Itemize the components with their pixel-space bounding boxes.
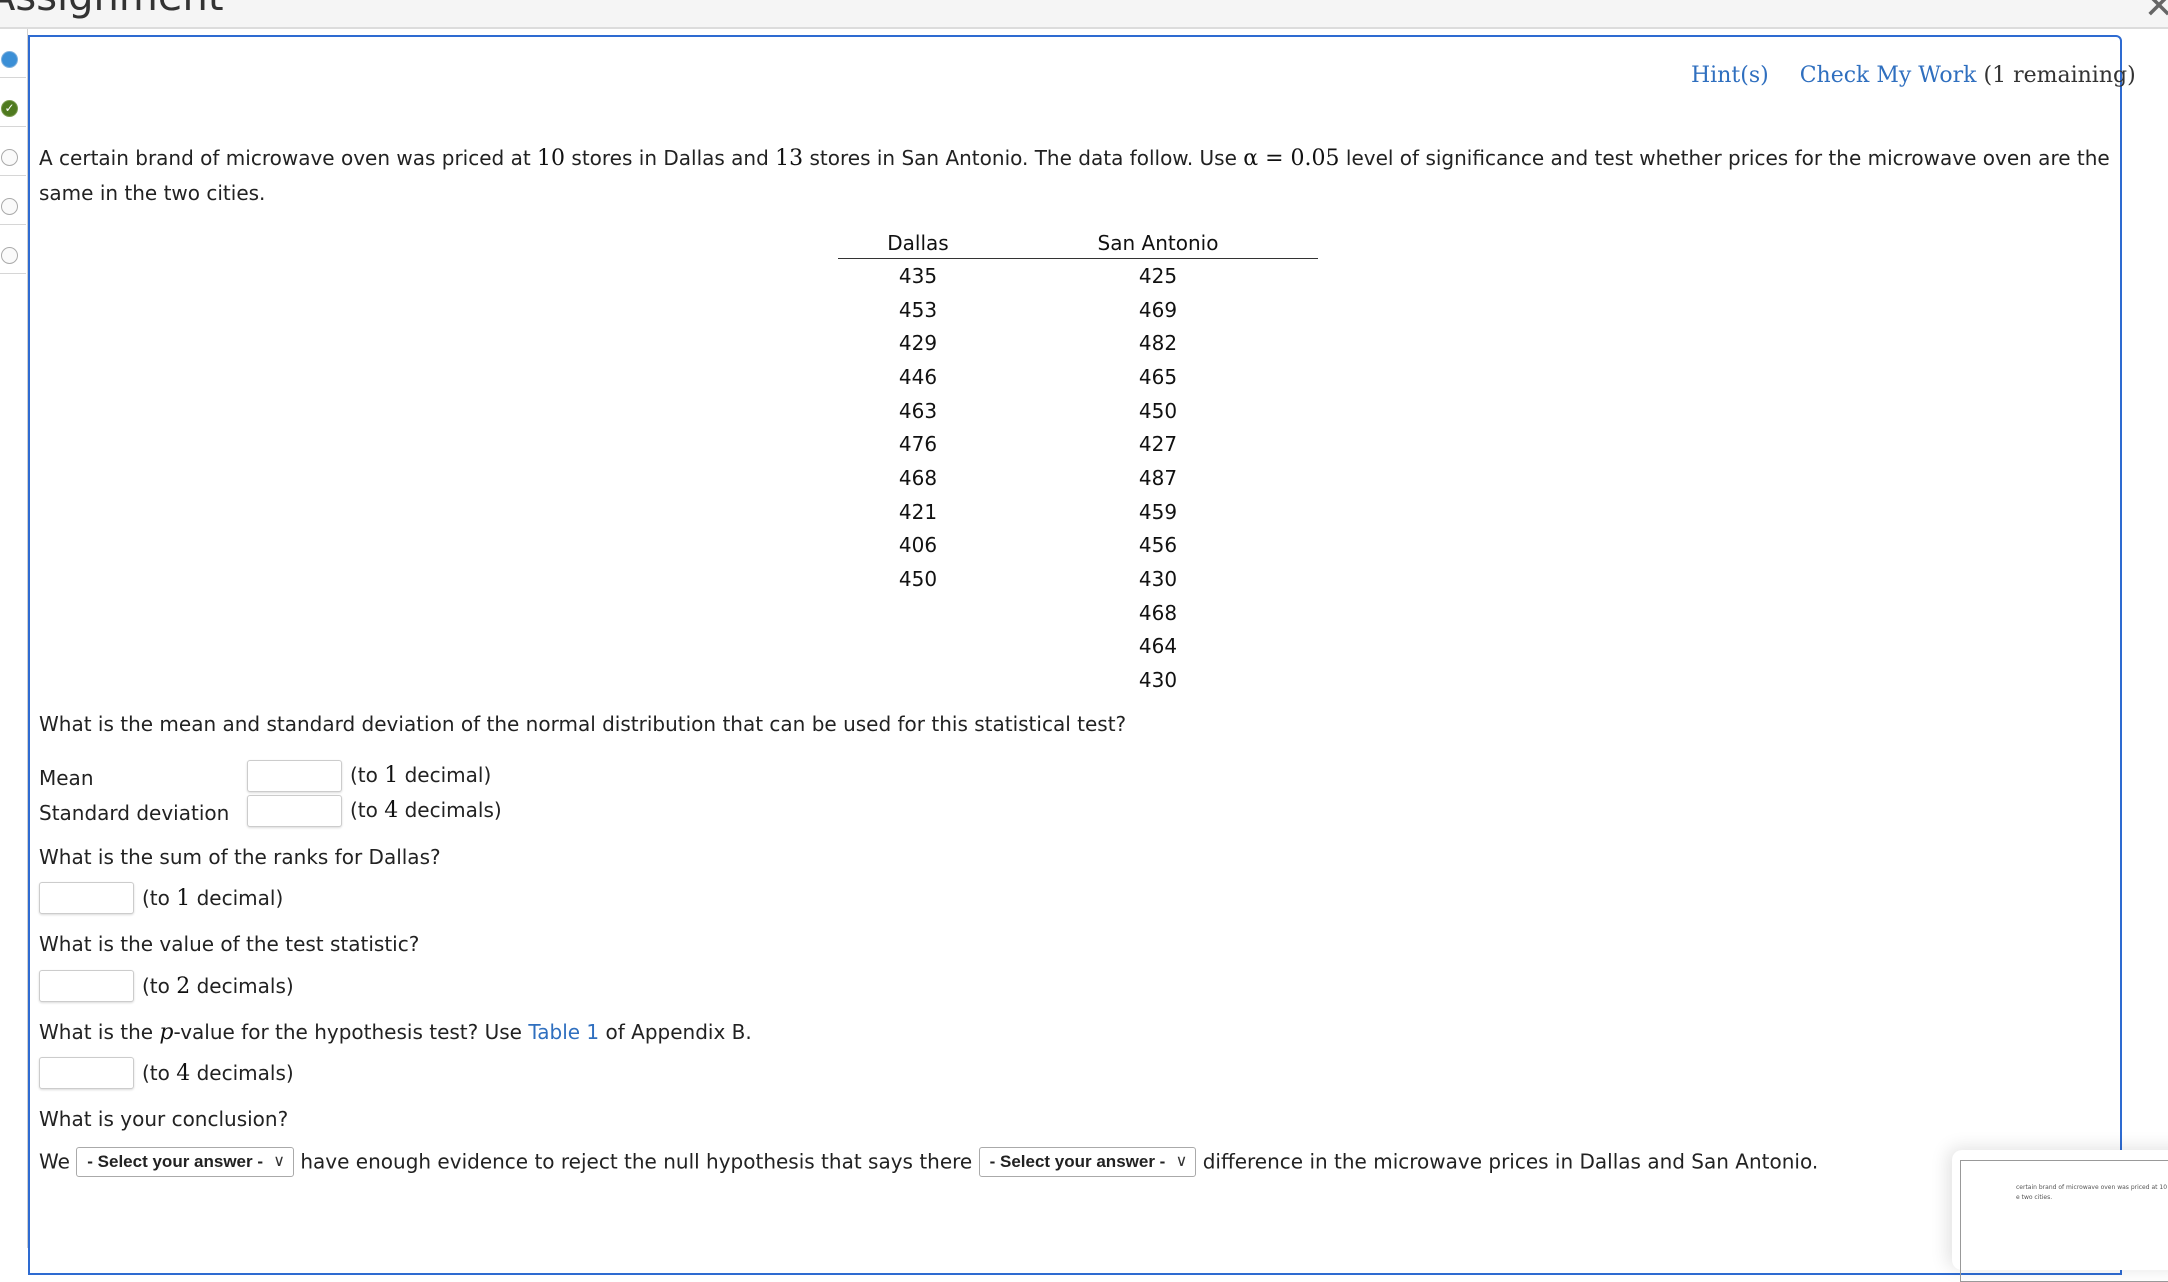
page-thumbnail-preview[interactable]: certain brand of microwave oven was pric… xyxy=(1952,1150,2168,1282)
question-test-statistic: What is the value of the test statistic? xyxy=(39,932,420,956)
dallas-price-cell: 453 xyxy=(898,297,938,322)
rank-sum-input[interactable] xyxy=(39,882,134,914)
dallas-price-cell: 421 xyxy=(898,499,938,524)
san-antonio-price-cell: 464 xyxy=(1138,634,1178,659)
question-nav-item-1[interactable] xyxy=(0,29,26,78)
dallas-price-cell: 406 xyxy=(898,533,938,558)
conclusion-select-1[interactable]: - Select your answer - ∨ xyxy=(76,1147,295,1177)
empty-radio-icon xyxy=(1,198,18,215)
san-antonio-price-cell: 456 xyxy=(1138,533,1178,558)
table-row: 406 456 xyxy=(838,529,1318,563)
chevron-down-icon: ∨ xyxy=(1175,1153,1188,1170)
question-nav-item-3[interactable] xyxy=(0,127,26,176)
dallas-price-cell: 435 xyxy=(898,263,938,288)
dallas-price-cell xyxy=(838,663,998,697)
dallas-price-cell: 450 xyxy=(898,567,938,592)
price-data-table: Dallas San Antonio 435 425 453 469 429 482 446… xyxy=(838,228,1318,697)
conclusion-sentence: We - Select your answer - ∨ have enough e… xyxy=(39,1147,1819,1178)
question-nav-item-2[interactable]: ✓ xyxy=(0,78,26,127)
empty-radio-icon xyxy=(1,149,18,166)
table-row: 429 482 xyxy=(838,326,1318,360)
question-p-value: What is the p-value for the hypothesis t… xyxy=(39,1020,752,1045)
conclusion-text: We xyxy=(39,1149,70,1174)
san-antonio-price-cell: 425 xyxy=(1138,263,1178,288)
table-row: 464 xyxy=(838,630,1318,664)
dallas-price-cell xyxy=(838,630,998,664)
chevron-down-icon: ∨ xyxy=(273,1153,286,1170)
column-header-san-antonio: San Antonio xyxy=(998,228,1318,259)
p-value-precision-hint: (to 4 decimals) xyxy=(142,1061,294,1086)
conclusion-text: have enough evidence to reject the null … xyxy=(300,1149,973,1174)
table-row: 446 465 xyxy=(838,360,1318,394)
san-antonio-price-cell: 427 xyxy=(1138,432,1178,457)
table-row: 453 469 xyxy=(838,293,1318,327)
san-antonio-price-cell: 430 xyxy=(1138,668,1178,693)
conclusion-select-2[interactable]: - Select your answer - ∨ xyxy=(978,1147,1197,1177)
question-nav-item-4[interactable] xyxy=(0,176,26,225)
thumbnail-frame: certain brand of microwave oven was pric… xyxy=(1960,1160,2168,1282)
check-my-work-link[interactable]: Check My Work xyxy=(1800,63,1977,88)
top-bar: Assignment ✕ xyxy=(0,0,2168,29)
intro-text: stores in Dallas and xyxy=(565,146,776,170)
problem-statement: A certain brand of microwave oven was pr… xyxy=(39,141,2119,210)
p-value-input[interactable] xyxy=(39,1057,134,1089)
san-antonio-price-cell: 459 xyxy=(1138,499,1178,524)
sd-precision-hint: (to 4 decimals) xyxy=(350,798,502,823)
table-row: 450 430 xyxy=(838,562,1318,596)
question-rank-sum: What is the sum of the ranks for Dallas? xyxy=(39,845,441,869)
intro-text: stores in San Antonio. The data follow. … xyxy=(803,146,1244,170)
hints-link[interactable]: Hint(s) xyxy=(1691,63,1769,88)
empty-radio-icon xyxy=(1,247,18,264)
table-row: 430 xyxy=(838,663,1318,697)
check-icon: ✓ xyxy=(1,100,18,117)
sd-label: Standard deviation xyxy=(39,801,230,825)
dallas-price-cell: 429 xyxy=(898,331,938,356)
question-nav-item-5[interactable] xyxy=(0,225,26,274)
san-antonio-count: 13 xyxy=(775,146,804,171)
table-row: 468 xyxy=(838,596,1318,630)
rank-sum-precision-hint: (to 1 decimal) xyxy=(142,886,284,911)
san-antonio-price-cell: 487 xyxy=(1138,465,1178,490)
san-antonio-price-cell: 469 xyxy=(1138,297,1178,322)
san-antonio-price-cell: 482 xyxy=(1138,331,1178,356)
san-antonio-price-cell: 468 xyxy=(1138,600,1178,625)
dallas-price-cell: 476 xyxy=(898,432,938,457)
table-row: 468 487 xyxy=(838,461,1318,495)
san-antonio-price-cell: 465 xyxy=(1138,364,1178,389)
mean-precision-hint: (to 1 decimal) xyxy=(350,763,492,788)
table-1-link[interactable]: Table 1 xyxy=(528,1020,599,1044)
thumbnail-text: certain brand of microwave oven was pric… xyxy=(2016,1184,2168,1201)
close-icon[interactable]: ✕ xyxy=(2144,0,2168,27)
current-dot-icon xyxy=(1,51,18,68)
question-navigator: ✓ xyxy=(0,29,26,1248)
table-row: 463 450 xyxy=(838,394,1318,428)
mean-label: Mean xyxy=(39,766,94,790)
intro-text: A certain brand of microwave oven was pr… xyxy=(39,146,538,170)
alpha-value: α = 0.05 xyxy=(1243,146,1340,171)
test-statistic-input[interactable] xyxy=(39,970,134,1002)
dallas-price-cell: 446 xyxy=(898,364,938,389)
san-antonio-price-cell: 430 xyxy=(1138,567,1178,592)
hint-toolbar: Hint(s) Check My Work (1 remaining) xyxy=(1691,63,2136,88)
mean-input[interactable] xyxy=(247,760,342,792)
dallas-count: 10 xyxy=(537,146,566,171)
dallas-price-cell: 468 xyxy=(898,465,938,490)
sd-input[interactable] xyxy=(247,795,342,827)
dallas-price-cell xyxy=(838,596,998,630)
conclusion-text: difference in the microwave prices in Da… xyxy=(1202,1149,1819,1174)
test-statistic-precision-hint: (to 2 decimals) xyxy=(142,974,294,999)
question-mean-sd: What is the mean and standard deviation … xyxy=(39,712,1127,736)
attempts-remaining: (1 remaining) xyxy=(1983,63,2136,88)
assignment-title: Assignment xyxy=(0,0,224,20)
table-row: 476 427 xyxy=(838,427,1318,461)
table-row: 421 459 xyxy=(838,495,1318,529)
dallas-price-cell: 463 xyxy=(898,398,938,423)
column-header-dallas: Dallas xyxy=(838,228,998,259)
question-conclusion: What is your conclusion? xyxy=(39,1107,289,1131)
san-antonio-price-cell: 450 xyxy=(1138,398,1178,423)
table-row: 435 425 xyxy=(838,259,1318,293)
